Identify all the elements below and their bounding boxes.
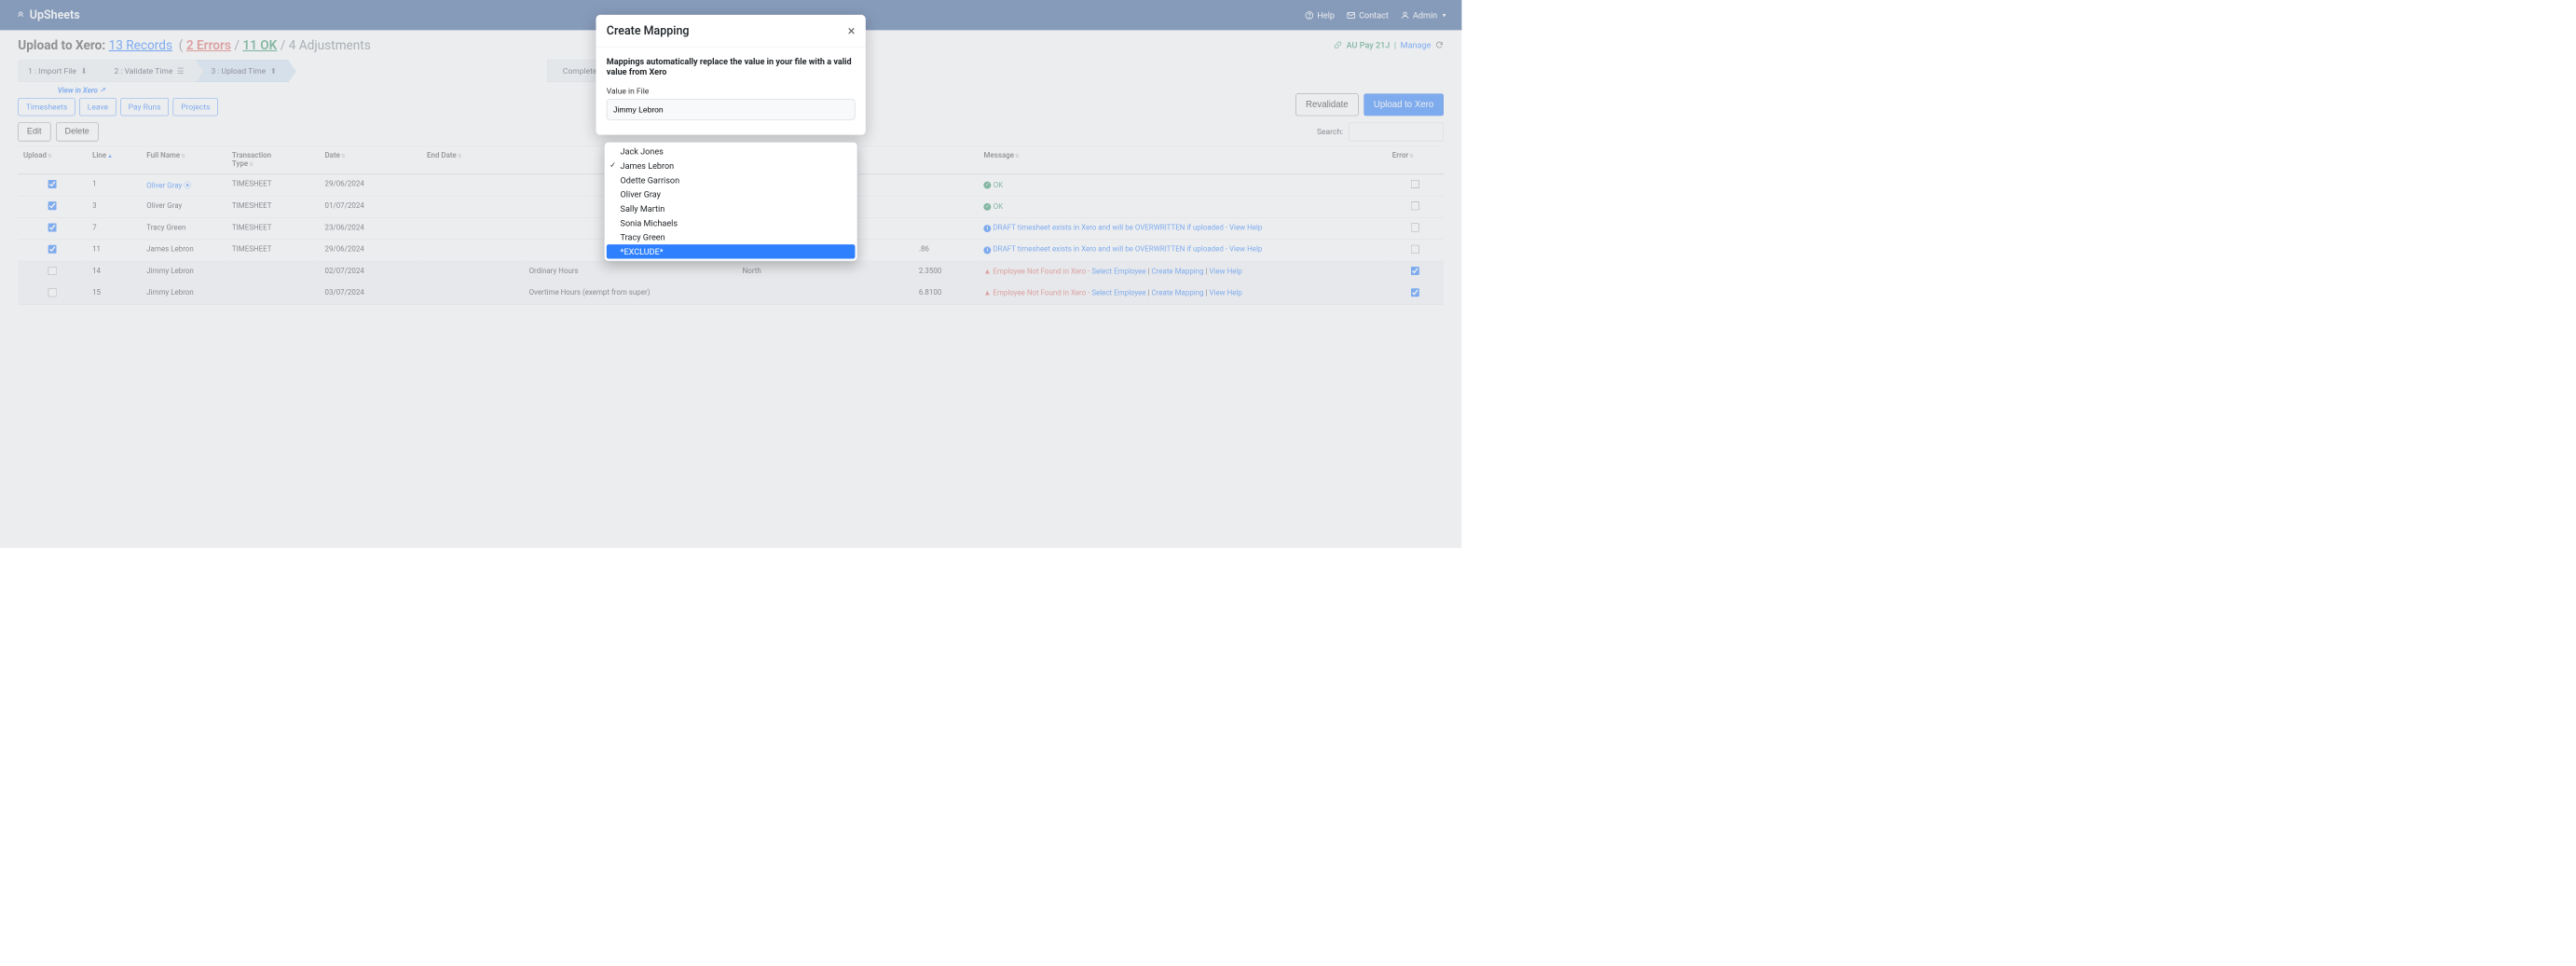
- value-in-file-input[interactable]: [607, 99, 856, 120]
- modal-close-button[interactable]: ×: [848, 24, 856, 38]
- dropdown-item[interactable]: Tracy Green: [607, 230, 856, 244]
- value-in-file-label: Value in File: [607, 86, 856, 95]
- dropdown-item[interactable]: *EXCLUDE*: [607, 244, 856, 258]
- dropdown-item[interactable]: Jack Jones: [607, 145, 856, 159]
- dropdown-item[interactable]: Odette Garrison: [607, 173, 856, 187]
- modal-description: Mappings automatically replace the value…: [607, 57, 856, 77]
- dropdown-item[interactable]: Sally Martin: [607, 201, 856, 215]
- employee-dropdown[interactable]: Jack JonesJames LebronOdette GarrisonOli…: [604, 142, 857, 261]
- dropdown-item[interactable]: Sonia Michaels: [607, 215, 856, 229]
- dropdown-item[interactable]: James Lebron: [607, 159, 856, 172]
- modal-title: Create Mapping: [607, 24, 690, 37]
- create-mapping-modal: Create Mapping × Mappings automatically …: [596, 15, 865, 135]
- dropdown-item[interactable]: Oliver Gray: [607, 187, 856, 201]
